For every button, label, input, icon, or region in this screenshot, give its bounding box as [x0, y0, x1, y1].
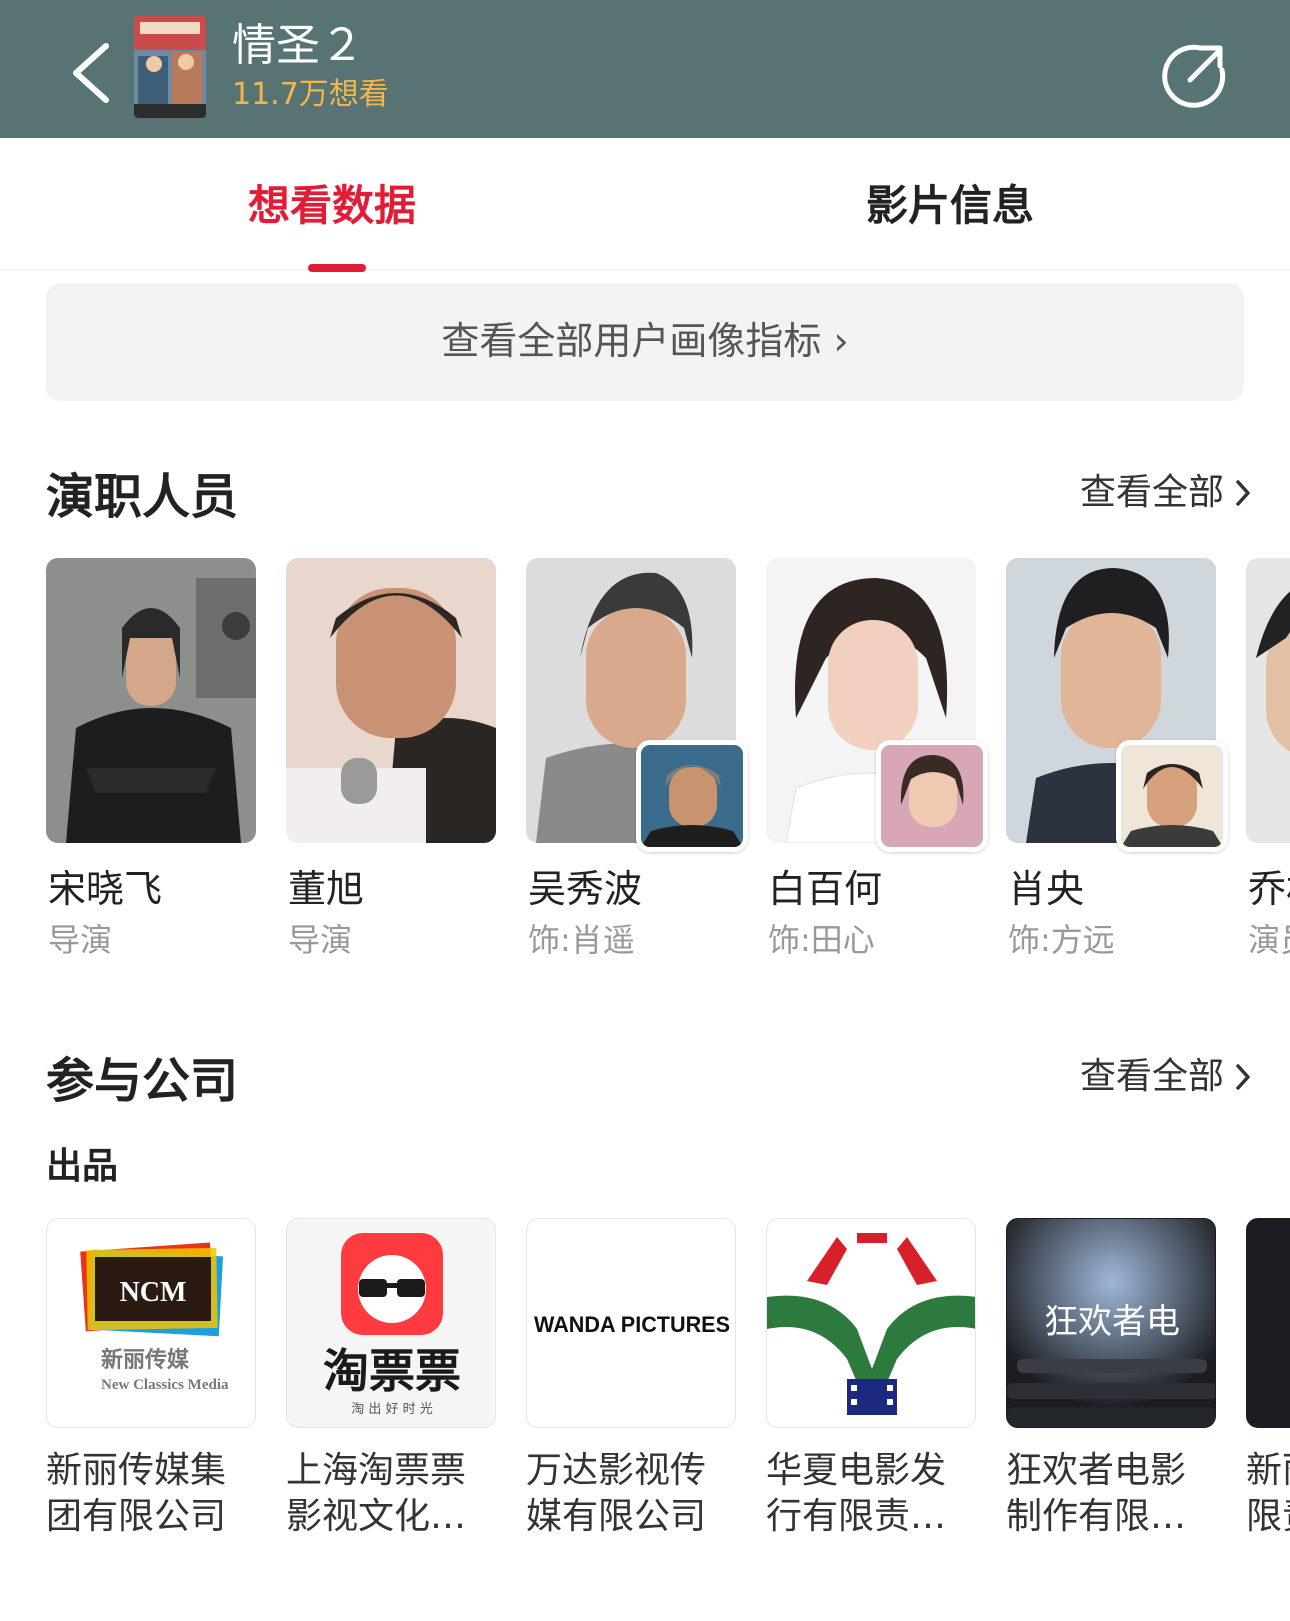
chevron-left-icon	[73, 43, 109, 103]
company-name: 新丽 限责	[1246, 1448, 1290, 1540]
logo-text: NCM	[120, 1277, 187, 1308]
company-name-line2: 限责	[1246, 1496, 1290, 1537]
company-logo	[1246, 1218, 1290, 1428]
cast-role: 饰:肖遥	[528, 921, 635, 959]
logo-subtext: 新丽传媒	[101, 1347, 190, 1373]
company-card[interactable]: 狂欢者电 狂欢者电影 制作有限…	[1006, 1218, 1216, 1537]
company-name-line2: 影视文化…	[286, 1496, 467, 1537]
cast-role: 导演	[288, 921, 353, 959]
view-user-profile-button[interactable]: 查看全部用户画像指标 ›	[46, 283, 1244, 401]
logo-subtext: 淘 出 好 时 光	[351, 1402, 433, 1417]
company-card[interactable]: WANDA PICTURES 万达影视传 媒有限公司	[526, 1218, 736, 1537]
company-name-line1: 上海淘票票	[286, 1450, 467, 1491]
company-card[interactable]: 淘票票 淘 出 好 时 光 上海淘票票 影视文化…	[286, 1218, 496, 1537]
company-name-line1: 华夏电影发	[766, 1450, 947, 1491]
company-logo: 狂欢者电	[1006, 1218, 1216, 1428]
cast-card[interactable]: 白百何 饰:田心	[766, 558, 988, 959]
company-card[interactable]: 新丽 限责	[1246, 1218, 1290, 1537]
want-count: 11.7万想看	[232, 77, 389, 112]
cast-photo	[46, 558, 256, 843]
company-logo: WANDA PICTURES	[526, 1218, 736, 1428]
cast-name: 白百何	[768, 867, 883, 911]
cast-card[interactable]: 董旭 导演	[286, 558, 496, 959]
company-logo: 淘票票 淘 出 好 时 光	[286, 1218, 496, 1428]
company-card[interactable]: NCM 新丽传媒 New Classics Media 新丽传媒集 团有限公司	[46, 1218, 256, 1537]
cast-name: 董旭	[288, 867, 365, 911]
company-logo: NCM 新丽传媒 New Classics Media	[46, 1218, 256, 1428]
cast-photo	[286, 558, 496, 843]
cast-role: 导演	[48, 921, 113, 959]
logo-text: 狂欢者电	[1044, 1302, 1180, 1342]
back-button[interactable]	[62, 38, 122, 108]
cast-card[interactable]: 肖央 饰:方远	[1006, 558, 1228, 959]
company-name-line2: 行有限责…	[766, 1496, 947, 1537]
companies-section-title: 参与公司	[46, 1053, 239, 1109]
share-icon	[1162, 44, 1226, 108]
company-name-line2: 制作有限…	[1006, 1496, 1187, 1537]
company-name-line2: 团有限公司	[46, 1496, 227, 1537]
company-name-line1: 新丽	[1246, 1450, 1290, 1491]
company-name: 新丽传媒集 团有限公司	[46, 1448, 256, 1540]
share-button[interactable]	[1160, 40, 1230, 110]
cast-name: 宋晓飞	[48, 867, 163, 911]
cast-name: 肖央	[1008, 867, 1085, 911]
company-name: 上海淘票票 影视文化…	[286, 1448, 496, 1540]
cast-role: 饰:田心	[768, 921, 875, 959]
company-name: 华夏电影发 行有限责…	[766, 1448, 976, 1540]
company-card[interactable]: 华夏电影发 行有限责…	[766, 1218, 976, 1537]
movie-poster[interactable]	[134, 16, 206, 118]
logo-en-text: New Classics Media	[101, 1377, 229, 1393]
character-thumbnail	[636, 740, 748, 852]
company-name-line1: 万达影视传	[526, 1450, 707, 1491]
logo-text: 淘票票	[323, 1344, 461, 1398]
view-user-profile-label: 查看全部用户画像指标 ›	[441, 319, 849, 363]
company-name-line2: 媒有限公司	[526, 1496, 707, 1537]
cast-name: 吴秀波	[528, 867, 643, 911]
movie-title: 情圣２	[232, 20, 364, 71]
clipped-edge: 新丽 限责	[1244, 0, 1290, 1621]
page: 情圣２ 11.7万想看 想看数据 影片信息 查看全部用户画像指标 › 演职人员 …	[0, 0, 1290, 1621]
tab-movie-info[interactable]: 影片信息	[866, 178, 1034, 234]
company-name-line1: 新丽传媒集	[46, 1450, 227, 1491]
companies-view-all-label: 查看全部	[1079, 1056, 1224, 1097]
character-thumbnail	[1116, 740, 1228, 852]
company-name: 狂欢者电影 制作有限…	[1006, 1448, 1216, 1540]
producer-subtitle: 出品	[46, 1146, 119, 1187]
tab-want-data[interactable]: 想看数据	[248, 178, 416, 234]
logo-text: WANDA PICTURES	[534, 1312, 730, 1337]
company-name: 万达影视传 媒有限公司	[526, 1448, 736, 1540]
cast-view-all-button[interactable]: 查看全部	[1080, 468, 1252, 518]
cast-card[interactable]: 吴秀波 饰:肖遥	[526, 558, 748, 959]
character-thumbnail	[876, 740, 988, 852]
companies-view-all-button[interactable]: 查看全部	[1080, 1052, 1252, 1102]
header-bar: 情圣２ 11.7万想看	[0, 0, 1290, 138]
cast-card[interactable]: 宋晓飞 导演	[46, 558, 256, 959]
active-tab-indicator	[308, 264, 366, 272]
cast-view-all-label: 查看全部	[1079, 472, 1224, 513]
cast-section-title: 演职人员	[46, 469, 239, 525]
company-name-line1: 狂欢者电影	[1006, 1450, 1187, 1491]
tab-bar: 想看数据 影片信息	[0, 138, 1290, 270]
company-logo	[766, 1218, 976, 1428]
cast-role: 饰:方远	[1008, 921, 1115, 959]
